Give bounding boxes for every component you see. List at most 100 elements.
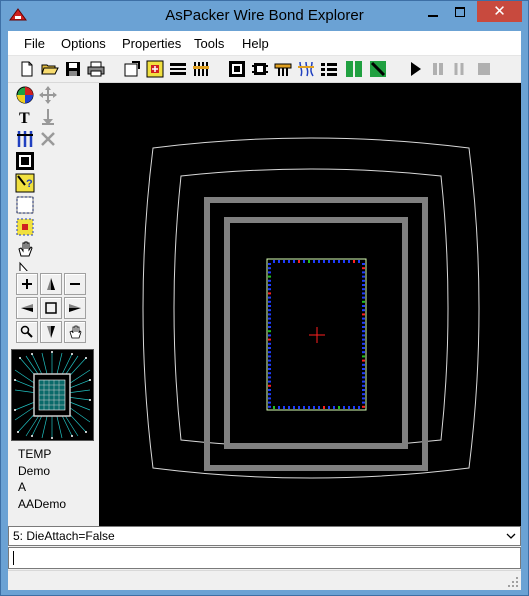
bond-pad bbox=[362, 347, 365, 349]
bond-pad bbox=[283, 406, 285, 409]
fingers-tool-button[interactable] bbox=[15, 129, 35, 149]
menu-help[interactable]: Help bbox=[242, 36, 269, 51]
bond-pad bbox=[362, 284, 365, 286]
menu-file[interactable]: File bbox=[24, 36, 45, 51]
zoom-out-button[interactable] bbox=[64, 273, 86, 295]
text-tool-button[interactable]: T bbox=[15, 107, 35, 127]
step-button[interactable] bbox=[452, 60, 470, 78]
layout-canvas[interactable] bbox=[99, 83, 521, 526]
menu-options[interactable]: Options bbox=[61, 36, 106, 51]
zoom-in-button[interactable] bbox=[16, 273, 38, 295]
list-button[interactable] bbox=[320, 60, 338, 78]
bond-pad bbox=[268, 372, 271, 375]
close-button[interactable]: ✕ bbox=[477, 1, 522, 22]
wires-button[interactable] bbox=[297, 60, 315, 78]
bond-pad bbox=[268, 288, 271, 291]
stop-icon bbox=[478, 63, 490, 75]
bond-pad bbox=[268, 296, 271, 299]
pan-right-button[interactable] bbox=[64, 297, 86, 319]
text-icon: T bbox=[19, 110, 30, 127]
bond-pad bbox=[362, 326, 365, 328]
bond-pad bbox=[362, 363, 365, 366]
bond-pad bbox=[353, 406, 355, 409]
menu-tools[interactable]: Tools bbox=[194, 36, 224, 51]
resize-grip-icon[interactable] bbox=[507, 576, 519, 588]
route-icon bbox=[370, 61, 386, 77]
bond-pad bbox=[353, 260, 355, 263]
bond-pad bbox=[362, 296, 365, 299]
bond-pad bbox=[268, 275, 271, 278]
pan-up-button[interactable] bbox=[40, 273, 62, 295]
fit-view-button[interactable] bbox=[40, 297, 62, 319]
color-tool-button[interactable] bbox=[15, 85, 35, 105]
bond-pad bbox=[268, 342, 271, 345]
overview-thumbnail[interactable] bbox=[11, 349, 94, 441]
select-area-button[interactable] bbox=[15, 195, 35, 215]
bond-pad bbox=[313, 260, 315, 263]
arrow-down-icon bbox=[47, 326, 55, 338]
minimize-button[interactable] bbox=[420, 1, 447, 23]
printer-icon bbox=[87, 61, 105, 77]
maximize-button[interactable] bbox=[447, 1, 474, 23]
chevron-down-icon bbox=[506, 533, 516, 539]
package-button[interactable] bbox=[251, 60, 269, 78]
bond-pad bbox=[268, 267, 271, 270]
stop-button[interactable] bbox=[475, 60, 493, 78]
save-button[interactable] bbox=[64, 60, 82, 78]
info-temp: TEMP bbox=[18, 447, 52, 461]
bond-pad bbox=[268, 321, 271, 324]
query-tool-button[interactable]: ? bbox=[15, 173, 35, 193]
drop-tool-button[interactable] bbox=[38, 107, 58, 127]
wire-bond-drawing bbox=[99, 83, 521, 526]
pause-button[interactable] bbox=[429, 60, 447, 78]
title-bar[interactable]: AsPacker Wire Bond Explorer ✕ bbox=[1, 1, 528, 31]
bond-pad bbox=[268, 380, 271, 383]
bond-pad bbox=[268, 376, 271, 379]
select-pads-button[interactable] bbox=[15, 217, 35, 237]
bond-pad bbox=[362, 275, 365, 278]
new-file-button[interactable] bbox=[18, 60, 36, 78]
pan-down-button[interactable] bbox=[40, 321, 62, 343]
bond-pad bbox=[362, 317, 365, 320]
print-button[interactable] bbox=[87, 60, 105, 78]
wire-tool-button[interactable] bbox=[274, 60, 292, 78]
pause-icon bbox=[433, 63, 443, 75]
pan-tool-button[interactable] bbox=[15, 239, 35, 259]
split-view-button[interactable] bbox=[345, 60, 363, 78]
menu-properties[interactable]: Properties bbox=[122, 36, 181, 51]
zoom-tool-button[interactable] bbox=[16, 321, 38, 343]
route-button[interactable] bbox=[369, 60, 387, 78]
bond-pad bbox=[268, 263, 271, 265]
bond-pad bbox=[313, 406, 315, 409]
drop-icon bbox=[42, 109, 54, 125]
split-view-icon bbox=[346, 61, 362, 77]
bond-pad bbox=[303, 406, 305, 409]
add-pad-button[interactable] bbox=[146, 60, 164, 78]
svg-text:T: T bbox=[19, 110, 30, 127]
plus-icon bbox=[22, 279, 32, 289]
overview-image bbox=[12, 350, 93, 440]
bond-pad bbox=[268, 368, 271, 370]
bond-pad bbox=[278, 260, 280, 263]
bond-pad bbox=[268, 330, 271, 333]
properties-button[interactable] bbox=[123, 60, 141, 78]
close-icon: ✕ bbox=[493, 3, 506, 20]
bond-pad bbox=[343, 406, 345, 409]
open-file-button[interactable] bbox=[41, 60, 59, 78]
delete-tool-button[interactable] bbox=[38, 129, 58, 149]
bond-pad bbox=[273, 406, 275, 409]
layer-button[interactable] bbox=[169, 60, 187, 78]
history-combo[interactable]: 5: DieAttach=False bbox=[8, 526, 521, 546]
hand-pan-button[interactable] bbox=[64, 321, 86, 343]
die-button[interactable] bbox=[228, 60, 246, 78]
bond-pad bbox=[278, 406, 280, 409]
run-button[interactable] bbox=[406, 60, 424, 78]
bond-fingers-button[interactable] bbox=[192, 60, 210, 78]
bond-pad bbox=[268, 284, 271, 286]
pan-left-button[interactable] bbox=[16, 297, 38, 319]
chip-icon bbox=[229, 61, 245, 77]
move-tool-button[interactable] bbox=[38, 85, 58, 105]
die-tool-button[interactable] bbox=[15, 151, 35, 171]
command-input[interactable] bbox=[8, 547, 521, 569]
text-caret bbox=[13, 551, 14, 565]
